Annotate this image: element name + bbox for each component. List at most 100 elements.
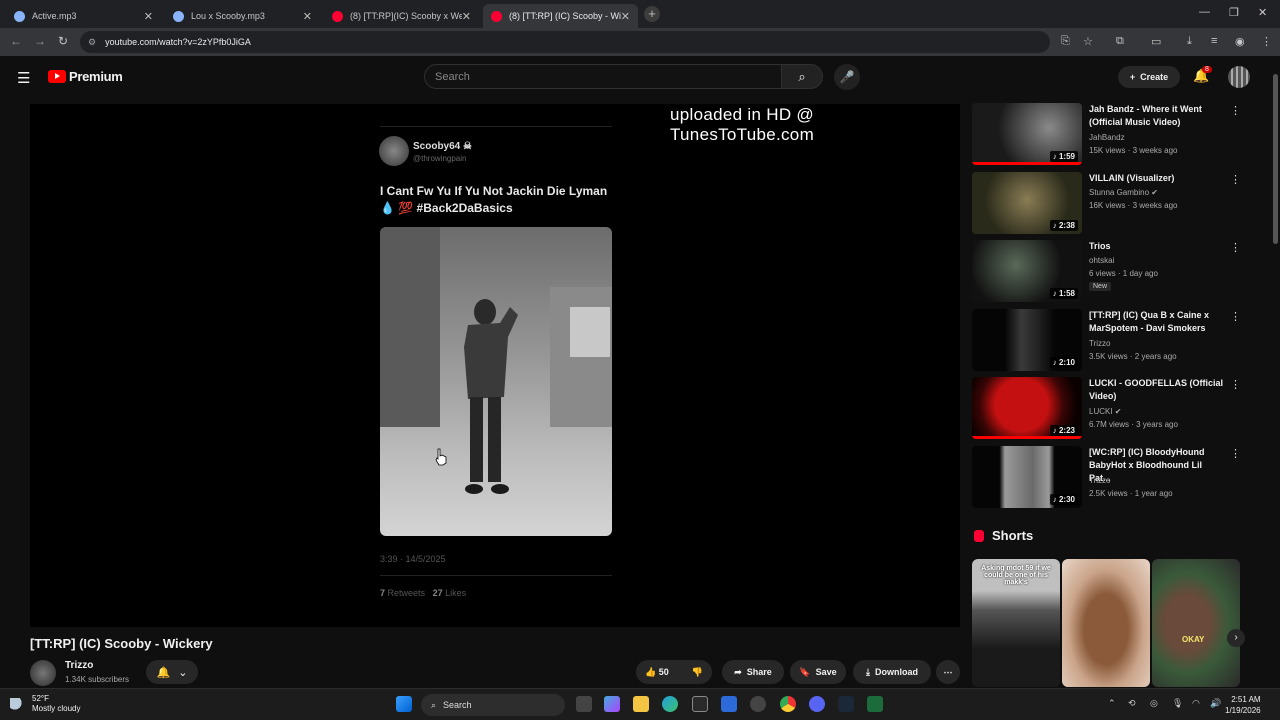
site-info-icon[interactable]: ⚙ (88, 37, 96, 48)
file-explorer-icon[interactable] (633, 696, 649, 712)
more-vertical-icon[interactable]: ⋮ (1230, 310, 1241, 323)
split-view-icon[interactable]: ▭ (1151, 35, 1161, 48)
video-title[interactable]: LUCKI - GOODFELLAS (Official Video) (1089, 377, 1224, 403)
channel-avatar[interactable] (30, 660, 56, 686)
weather-widget[interactable]: 52°F Mostly cloudy (10, 694, 80, 714)
install-app-icon[interactable]: ⎘ (1061, 35, 1070, 48)
more-actions-button[interactable]: ⋯ (936, 660, 960, 684)
task-view-icon[interactable] (576, 696, 592, 712)
account-avatar[interactable] (1228, 66, 1250, 88)
video-thumbnail[interactable]: ♪ 2:10 (972, 309, 1082, 371)
voice-search-button[interactable]: 🎤 (834, 64, 860, 90)
short-card[interactable] (1062, 559, 1150, 687)
video-thumbnail[interactable]: ♪ 2:38 (972, 172, 1082, 234)
more-vertical-icon[interactable]: ⋮ (1230, 104, 1241, 117)
more-vertical-icon[interactable]: ⋮ (1230, 447, 1241, 460)
share-button[interactable]: ➦ Share (722, 660, 784, 684)
video-title[interactable]: [TT:RP] (IC) Qua B x Caine x MarSpotem -… (1089, 309, 1224, 335)
chrome-icon[interactable] (780, 696, 796, 712)
video-thumbnail[interactable]: ♪ 1:59 (972, 103, 1082, 165)
browser-tab[interactable]: Active.mp3 ✕ (6, 4, 161, 28)
short-card[interactable]: Asking mdot 59 if we could be one of his… (972, 559, 1060, 687)
discord-icon[interactable] (809, 696, 825, 712)
close-tab-icon[interactable]: ✕ (462, 10, 471, 23)
video-title[interactable]: Trios (1089, 240, 1224, 253)
app-icon[interactable] (750, 696, 766, 712)
volume-icon[interactable]: 🔊 (1210, 698, 1221, 709)
recommended-video[interactable]: ♪ 1:59 Jah Bandz - Where it Went (Offici… (972, 103, 1252, 167)
new-tab-button[interactable]: + (644, 6, 660, 22)
channel-name[interactable]: LUCKI ✔ (1089, 407, 1122, 416)
dislike-icon[interactable]: 👎 (692, 667, 703, 678)
subscription-bell-button[interactable]: 🔔 ⌄ (146, 660, 198, 684)
channel-name[interactable]: Trizzo (1089, 476, 1110, 485)
edge-icon[interactable] (662, 696, 678, 712)
excel-icon[interactable] (867, 696, 883, 712)
channel-name[interactable]: Stunna Gambino ✔ (1089, 188, 1158, 197)
back-icon[interactable]: ← (10, 34, 22, 48)
shorts-next-button[interactable]: › (1227, 629, 1245, 647)
youtube-premium-logo[interactable]: Premium (48, 69, 123, 84)
close-tab-icon[interactable]: ✕ (621, 10, 630, 23)
video-title[interactable]: VILLAIN (Visualizer) (1089, 172, 1224, 185)
browser-tab[interactable]: Lou x Scooby.mp3 ✕ (165, 4, 320, 28)
video-player[interactable]: uploaded in HD @ TunesToTube.com Scooby6… (30, 104, 960, 627)
recommended-video[interactable]: ♪ 2:10 [TT:RP] (IC) Qua B x Caine x MarS… (972, 309, 1252, 373)
minimize-icon[interactable]: — (1199, 6, 1210, 18)
video-thumbnail[interactable]: ♪ 1:58 (972, 240, 1082, 302)
download-button[interactable]: ⤓ Download (853, 660, 931, 684)
store-icon[interactable] (692, 696, 708, 712)
taskbar-search[interactable]: ⌕ Search (421, 694, 565, 716)
microphone-icon[interactable]: 🎙 (1172, 698, 1183, 709)
page-scrollbar[interactable] (1270, 60, 1280, 688)
mail-icon[interactable] (721, 696, 737, 712)
channel-name[interactable]: Trizzo (1089, 339, 1110, 348)
recommended-video[interactable]: ♪ 2:38 VILLAIN (Visualizer) Stunna Gambi… (972, 172, 1252, 236)
more-vertical-icon[interactable]: ⋮ (1230, 241, 1241, 254)
taskbar-clock[interactable]: 2:51 AM 1/19/2026 (1225, 694, 1261, 716)
steam-icon[interactable] (838, 696, 854, 712)
video-thumbnail[interactable]: ♪ 2:30 (972, 446, 1082, 508)
forward-icon[interactable]: → (34, 34, 46, 48)
clock-time: 2:51 AM (1231, 695, 1261, 704)
short-card[interactable]: OKAY (1152, 559, 1240, 687)
recommended-video[interactable]: ♪ 2:30 [WC:RP] (IC) BloodyHound BabyHot … (972, 446, 1252, 510)
scrollbar-thumb[interactable] (1273, 74, 1278, 244)
channel-name[interactable]: ohtskai (1089, 256, 1114, 265)
hamburger-menu-icon[interactable]: ☰ (17, 69, 30, 87)
bookmark-star-icon[interactable]: ☆ (1083, 35, 1093, 48)
extensions-icon[interactable]: ⧉ (1116, 35, 1124, 48)
channel-name[interactable]: Trizzo (65, 660, 93, 671)
channel-name[interactable]: JahBandz (1089, 133, 1125, 142)
close-tab-icon[interactable]: ✕ (303, 10, 312, 23)
video-thumbnail[interactable]: ♪ 2:23 (972, 377, 1082, 439)
wifi-icon[interactable]: ◠ (1192, 698, 1200, 709)
windows-start-icon[interactable] (396, 696, 412, 712)
create-button[interactable]: + Create (1118, 66, 1180, 88)
search-input[interactable]: Search (424, 64, 782, 89)
save-button[interactable]: 🔖 Save (790, 660, 846, 684)
restore-icon[interactable]: ❐ (1229, 6, 1239, 19)
window-close-icon[interactable]: ✕ (1258, 6, 1267, 19)
tray-app-icon[interactable]: ⟲ (1128, 698, 1136, 709)
like-button[interactable]: 👍 50 (645, 667, 669, 678)
tray-app-icon[interactable]: ◎ (1150, 698, 1158, 709)
menu-dots-icon[interactable]: ⋮ (1261, 35, 1272, 48)
windows-taskbar: 52°F Mostly cloudy ⌕ Search ⌃ ⟲ ◎ 🎙 ◠ 🔊 … (0, 688, 1280, 720)
reload-icon[interactable]: ↻ (58, 34, 68, 48)
more-vertical-icon[interactable]: ⋮ (1230, 378, 1241, 391)
tray-chevron-icon[interactable]: ⌃ (1108, 698, 1116, 709)
address-bar[interactable]: ⚙ youtube.com/watch?v=2zYPfb0JiGA (80, 31, 1050, 53)
profile-icon[interactable]: ◉ (1235, 35, 1245, 48)
more-vertical-icon[interactable]: ⋮ (1230, 173, 1241, 186)
copilot-icon[interactable] (604, 696, 620, 712)
recommended-video[interactable]: ♪ 1:58 Trios ohtskai 6 views · 1 day ago… (972, 240, 1252, 304)
recommended-video[interactable]: ♪ 2:23 LUCKI - GOODFELLAS (Official Vide… (972, 377, 1252, 441)
browser-tab[interactable]: (8) [TT:RP](IC) Scooby x Welz64 ✕ (324, 4, 479, 28)
video-title[interactable]: Jah Bandz - Where it Went (Official Musi… (1089, 103, 1224, 129)
browser-tab-active[interactable]: (8) [TT:RP] (IC) Scooby - Wicker ✕ (483, 4, 638, 28)
media-controls-icon[interactable]: ≡ (1211, 35, 1217, 47)
search-button[interactable]: ⌕ (781, 64, 823, 89)
close-tab-icon[interactable]: ✕ (144, 10, 153, 23)
download-icon[interactable]: ⤓ (1187, 35, 1192, 48)
